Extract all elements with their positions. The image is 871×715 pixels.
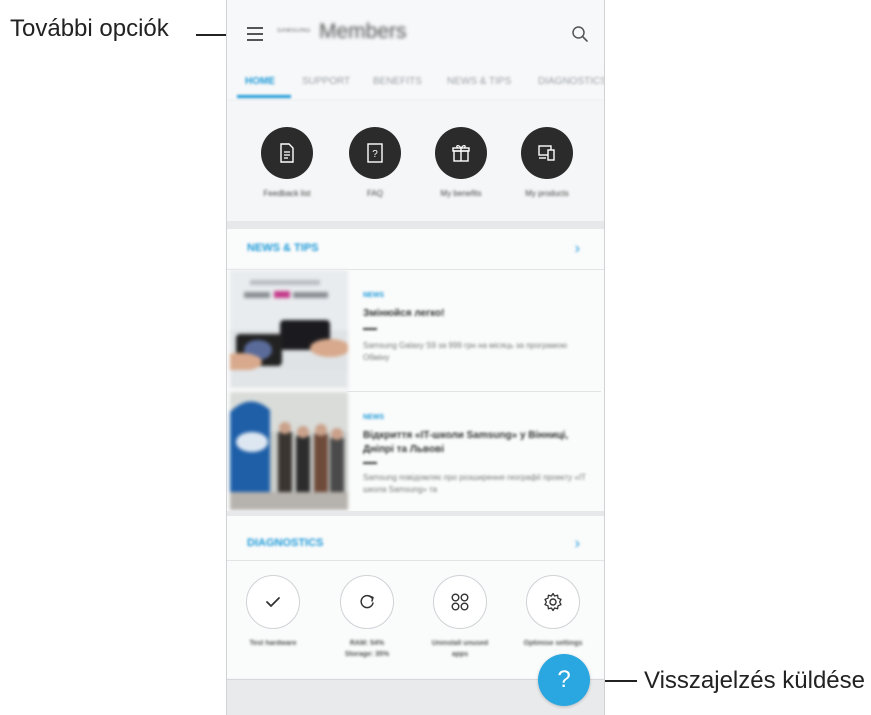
tab-bar: HOME SUPPORT BENEFITS NEWS & TIPS DIAGNO… (227, 66, 604, 101)
apps-grid-icon (433, 575, 487, 629)
devices-icon (521, 127, 573, 179)
diagnostic-label: Test hardware (249, 640, 297, 647)
tab-support[interactable]: SUPPORT (302, 76, 350, 87)
news-tips-title: NEWS & TIPS (247, 242, 319, 254)
app-bar: SAMSUNG Members (227, 0, 604, 66)
active-tab-indicator (237, 95, 291, 98)
news-dash (363, 328, 377, 330)
diagnostics-header[interactable]: DIAGNOSTICS › (227, 524, 604, 564)
send-feedback-button[interactable]: ? (538, 654, 590, 706)
send-feedback-callout: Visszajelzés küldése (644, 667, 866, 694)
diagnostic-label: Optimise settings (523, 640, 583, 647)
gift-icon (435, 127, 487, 179)
check-icon (246, 575, 300, 629)
tab-diagnostics[interactable]: DIAGNOSTICS (538, 76, 604, 87)
app-title: Members (319, 20, 407, 43)
news-description: Samsung Galaxy S9 за 999 грн на місяць з… (363, 341, 568, 362)
news-tips-section: NEWS & TIPS › NEWS Змінюйся легко! Samsu… (227, 229, 604, 513)
search-icon[interactable] (571, 25, 589, 43)
news-thumbnail (230, 270, 348, 388)
divider (227, 560, 604, 561)
diagnostic-ram-storage[interactable]: RAM: 54% Storage: 35% (321, 562, 413, 660)
gear-icon (526, 575, 580, 629)
quick-action-label: My benefits (440, 189, 482, 198)
diagnostic-label: RAM: 54% Storage: 35% (344, 640, 390, 658)
document-icon (261, 127, 313, 179)
phone-screen: SAMSUNG Members HOME SUPPORT BENEFITS NE… (226, 0, 605, 715)
news-title: Змінюйся легко! (363, 308, 445, 319)
diagnostic-uninstall-apps[interactable]: Uninstall unused apps (414, 562, 506, 660)
question-doc-icon: ? (349, 127, 401, 179)
diagnostic-optimise-settings[interactable]: Optimise settings (507, 562, 599, 649)
quick-action-my-benefits[interactable]: My benefits (421, 127, 501, 198)
screenshot-stage: További opciók Visszajelzés küldése SAMS… (0, 0, 871, 715)
news-thumbnail (230, 392, 348, 510)
quick-action-feedback-list[interactable]: Feedback list (247, 127, 327, 198)
news-tag: NEWS (363, 414, 384, 421)
quick-action-label: FAQ (366, 189, 383, 198)
tab-home[interactable]: HOME (245, 76, 275, 87)
quick-action-my-products[interactable]: My products (507, 127, 587, 198)
quick-action-label: Feedback list (263, 189, 311, 198)
news-description: Samsung повідомляє про розширення геогра… (363, 473, 586, 494)
news-item[interactable]: NEWS Змінюйся легко! Samsung Galaxy S9 з… (230, 270, 601, 390)
diagnostic-label: Uninstall unused apps (431, 640, 489, 658)
tab-benefits[interactable]: BENEFITS (373, 76, 422, 87)
quick-action-label: My products (525, 189, 569, 198)
more-options-callout: További opciók (10, 15, 169, 42)
news-dash (363, 462, 377, 464)
news-tag: NEWS (363, 292, 384, 299)
diagnostic-test-hardware[interactable]: Test hardware (227, 562, 319, 649)
chevron-right-icon[interactable]: › (575, 240, 580, 258)
diagnostics-title: DIAGNOSTICS (247, 537, 324, 549)
news-item[interactable]: NEWS Відкриття «IT-школи Samsung» у Вінн… (230, 392, 601, 512)
news-tips-header[interactable]: NEWS & TIPS › (227, 229, 604, 269)
section-divider (227, 221, 604, 229)
news-title: Відкриття «IT-школи Samsung» у Вінниці, … (363, 430, 569, 455)
refresh-icon (340, 575, 394, 629)
chevron-right-icon[interactable]: › (575, 535, 580, 553)
menu-icon[interactable] (247, 27, 263, 41)
tab-news-tips[interactable]: NEWS & TIPS (447, 76, 511, 87)
diagnostics-section: DIAGNOSTICS › Test hardware RAM: 54% Sto… (227, 516, 604, 678)
quick-action-faq[interactable]: ? FAQ (335, 127, 415, 198)
svg-text:?: ? (372, 149, 378, 160)
app-brand-label: SAMSUNG (277, 28, 311, 34)
quick-actions: Feedback list ? FAQ My benefits My produ… (227, 101, 604, 221)
question-icon: ? (557, 666, 571, 693)
